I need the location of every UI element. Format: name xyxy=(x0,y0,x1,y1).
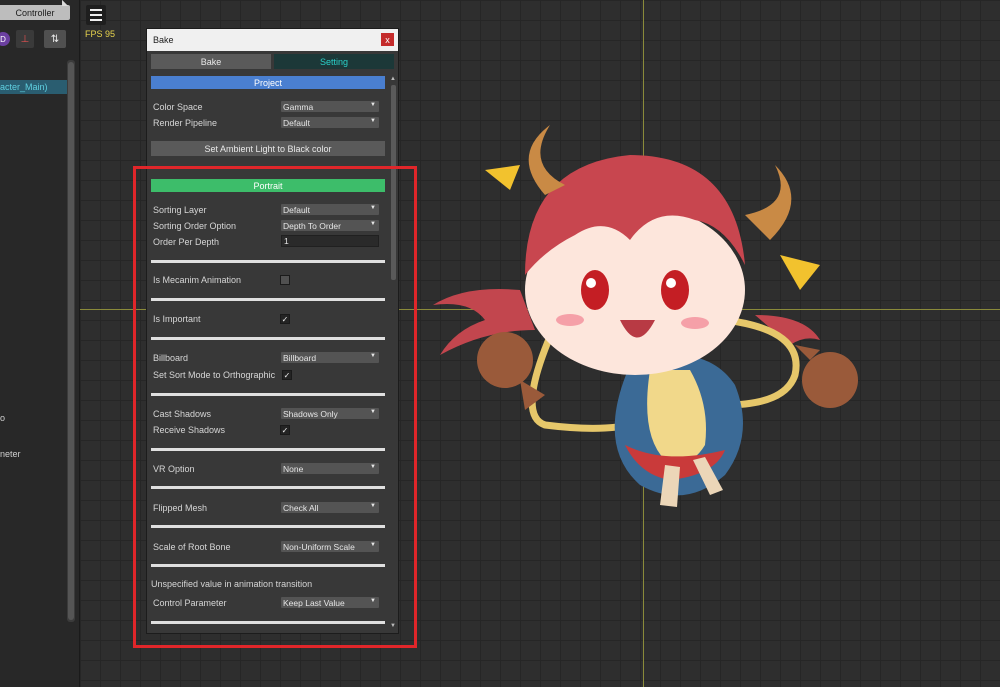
dropdown-arrow-icon: ▼ xyxy=(370,118,376,124)
vr-option-dropdown[interactable]: None ▼ xyxy=(281,463,379,474)
order-per-depth-input[interactable]: 1 xyxy=(281,235,379,247)
scroll-down-arrow-icon[interactable]: ▼ xyxy=(390,623,396,629)
dropdown-value: Non-Uniform Scale xyxy=(283,541,355,552)
bake-dialog: Bake x Bake Setting ▲ ▼ Project Color Sp… xyxy=(146,28,399,634)
sorting-order-option-dropdown[interactable]: Depth To Order ▼ xyxy=(281,220,379,231)
dropdown-value: Check All xyxy=(283,502,319,513)
sort-mode-orthographic-checkbox[interactable]: ✓ xyxy=(282,370,292,380)
sorting-layer-label: Sorting Layer xyxy=(153,205,207,215)
flipped-mesh-dropdown[interactable]: Check All ▼ xyxy=(281,502,379,513)
sort-arrows-icon[interactable]: ⇅ xyxy=(44,30,66,48)
dropdown-value: Billboard xyxy=(283,352,317,363)
dropdown-arrow-icon: ▼ xyxy=(370,205,376,211)
hierarchy-selected-item[interactable]: acter_Main) xyxy=(0,80,67,94)
dropdown-arrow-icon: ▼ xyxy=(370,464,376,470)
sorting-layer-dropdown[interactable]: Default ▼ xyxy=(281,204,379,215)
dropdown-value: Default xyxy=(283,117,310,128)
dropdown-arrow-icon: ▼ xyxy=(370,542,376,548)
section-divider xyxy=(151,621,385,624)
dropdown-arrow-icon: ▼ xyxy=(370,409,376,415)
dropdown-arrow-icon: ▼ xyxy=(370,221,376,227)
tab-bake[interactable]: Bake xyxy=(151,54,271,69)
section-divider xyxy=(151,486,385,489)
project-section-header: Project xyxy=(151,76,385,89)
is-important-checkbox[interactable]: ✓ xyxy=(280,314,290,324)
section-divider xyxy=(151,393,385,396)
hierarchy-item[interactable]: o xyxy=(0,413,5,423)
dropdown-arrow-icon: ▼ xyxy=(370,102,376,108)
sort-mode-orthographic-label: Set Sort Mode to Orthographic xyxy=(153,370,276,380)
color-space-dropdown[interactable]: Gamma ▼ xyxy=(281,101,379,112)
sorting-order-option-label: Sorting Order Option xyxy=(153,221,237,231)
render-pipeline-dropdown[interactable]: Default ▼ xyxy=(281,117,379,128)
portrait-section-header: Portrait xyxy=(151,179,385,192)
close-icon[interactable]: x xyxy=(381,33,394,46)
dropdown-arrow-icon: ▼ xyxy=(370,353,376,359)
section-divider xyxy=(151,298,385,301)
unspecified-value-note: Unspecified value in animation transitio… xyxy=(151,579,313,589)
cast-shadows-dropdown[interactable]: Shadows Only ▼ xyxy=(281,408,379,419)
is-important-label: Is Important xyxy=(153,314,201,324)
receive-shadows-checkbox[interactable]: ✓ xyxy=(280,425,290,435)
dropdown-value: Keep Last Value xyxy=(283,597,345,608)
dropdown-arrow-icon: ▼ xyxy=(370,503,376,509)
dialog-scrollbar-thumb[interactable] xyxy=(391,85,396,280)
character-sprite xyxy=(433,125,858,507)
billboard-label: Billboard xyxy=(153,353,189,363)
cast-shadows-label: Cast Shadows xyxy=(153,409,212,419)
dropdown-value: None xyxy=(283,463,304,474)
hamburger-menu-icon[interactable] xyxy=(86,5,106,25)
hierarchy-item[interactable]: neter xyxy=(0,449,21,459)
section-divider xyxy=(151,564,385,567)
order-per-depth-label: Order Per Depth xyxy=(153,237,220,247)
hierarchy-scrollbar-thumb[interactable] xyxy=(68,62,74,620)
tab-setting[interactable]: Setting xyxy=(274,54,394,69)
billboard-dropdown[interactable]: Billboard ▼ xyxy=(281,352,379,363)
is-mecanim-animation-checkbox[interactable] xyxy=(280,275,290,285)
dropdown-value: Depth To Order xyxy=(283,220,341,231)
render-pipeline-label: Render Pipeline xyxy=(153,118,218,128)
scale-of-root-bone-dropdown[interactable]: Non-Uniform Scale ▼ xyxy=(281,541,379,552)
section-divider xyxy=(151,525,385,528)
scroll-up-arrow-icon[interactable]: ▲ xyxy=(390,76,396,82)
color-space-label: Color Space xyxy=(153,102,203,112)
receive-shadows-label: Receive Shadows xyxy=(153,425,226,435)
dialog-title: Bake xyxy=(153,35,174,45)
dot-circle-icon[interactable]: D xyxy=(0,32,10,46)
vr-option-label: VR Option xyxy=(153,464,195,474)
control-parameter-dropdown[interactable]: Keep Last Value ▼ xyxy=(281,597,379,608)
dialog-title-bar[interactable]: Bake x xyxy=(147,29,398,51)
controller-tab[interactable]: Controller xyxy=(0,5,70,20)
pin-icon[interactable]: ⊥ xyxy=(16,30,34,48)
is-mecanim-animation-label: Is Mecanim Animation xyxy=(153,275,242,285)
dropdown-arrow-icon: ▼ xyxy=(370,598,376,604)
scale-of-root-bone-label: Scale of Root Bone xyxy=(153,542,231,552)
dropdown-value: Shadows Only xyxy=(283,408,338,419)
section-divider xyxy=(151,260,385,263)
fps-counter: FPS 95 xyxy=(85,29,116,39)
dropdown-value: Default xyxy=(283,204,310,215)
flipped-mesh-label: Flipped Mesh xyxy=(153,503,208,513)
control-parameter-label: Control Parameter xyxy=(153,598,227,608)
section-divider xyxy=(151,448,385,451)
hierarchy-panel: Controller ◣ D ⊥ ⇅ acter_Main) o neter xyxy=(0,0,80,687)
tab-corner-icon: ◣ xyxy=(62,0,69,7)
section-divider xyxy=(151,337,385,340)
dropdown-value: Gamma xyxy=(283,101,314,112)
set-ambient-light-button[interactable]: Set Ambient Light to Black color xyxy=(151,141,385,156)
